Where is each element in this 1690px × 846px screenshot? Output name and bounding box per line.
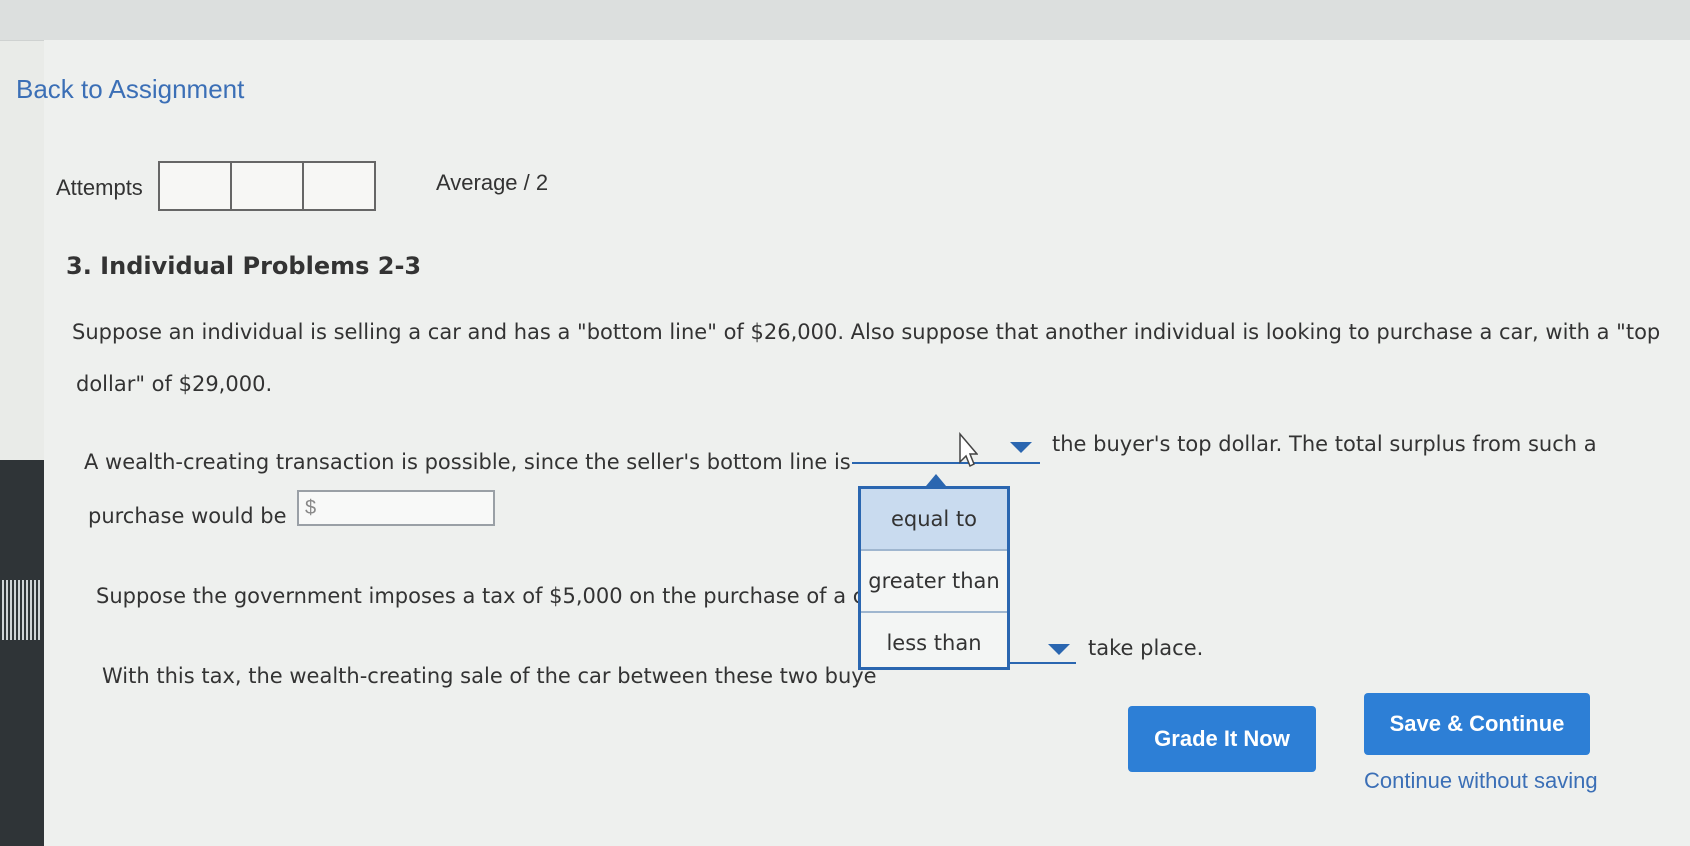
tax-text: Suppose the government imposes a tax of … [96,584,865,608]
save-continue-button[interactable]: Save & Continue [1364,693,1590,755]
dropdown-option-greater-than[interactable]: greater than [861,551,1007,613]
bezel-vents [2,580,42,640]
continue-without-saving-link[interactable]: Continue without saving [1364,768,1598,794]
back-to-assignment-link[interactable]: Back to Assignment [16,74,244,105]
attempt-box [160,163,232,209]
question2-text-continued: take place. [1088,636,1204,660]
question1-text: A wealth-creating transaction is possibl… [84,450,851,474]
average-label: Average / 2 [436,170,549,195]
total-surplus-input[interactable]: $ [297,490,495,526]
dollar-prefix: $ [305,497,317,519]
attempt-box [304,163,374,209]
tax-outcome-select[interactable] [1010,662,1076,664]
attempts-tracker [158,161,376,211]
attempts-label: Attempts [56,175,143,200]
comparison-dropdown-menu[interactable]: equal to greater than less than [858,486,1010,670]
question1-text-line2: purchase would be [88,504,287,528]
browser-top-strip [0,0,1690,41]
dropdown-pointer [926,474,946,486]
screen-bezel [0,460,44,846]
intro-text-line2: dollar" of $29,000. [76,372,273,396]
dropdown-option-less-than[interactable]: less than [861,613,1007,673]
grade-it-now-button[interactable]: Grade It Now [1128,706,1316,772]
mouse-pointer-icon [959,432,978,468]
question1-text-continued: the buyer's top dollar. The total surplu… [1052,432,1597,456]
dropdown-option-equal-to[interactable]: equal to [861,489,1007,551]
dropdown-caret-icon[interactable] [1010,442,1032,453]
dropdown-caret-icon[interactable] [1048,644,1070,655]
attempt-box [232,163,304,209]
question2-text: With this tax, the wealth-creating sale … [102,664,877,688]
intro-text-line1: Suppose an individual is selling a car a… [72,320,1661,344]
comparison-select-1[interactable] [852,462,1040,464]
question-heading: 3. Individual Problems 2-3 [66,252,422,280]
